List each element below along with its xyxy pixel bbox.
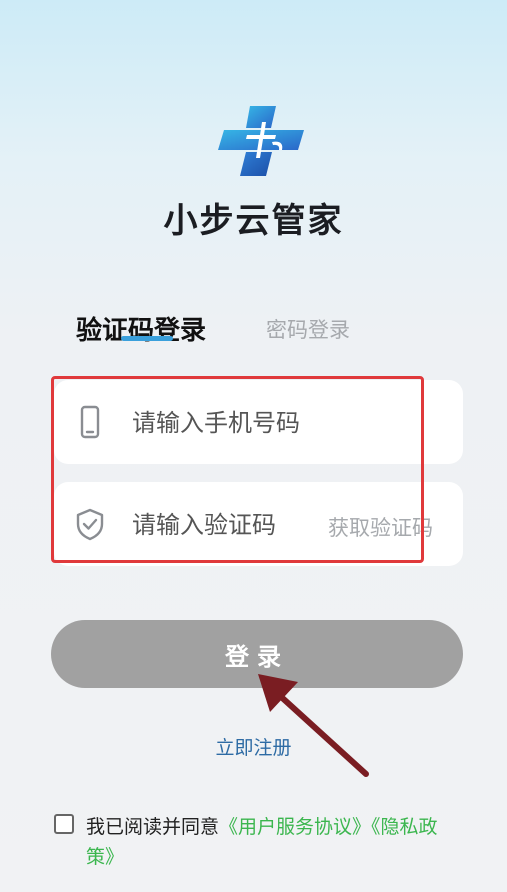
tab-sms-login[interactable]: 验证码登录 [76,310,206,347]
app-name: 小步云管家 [163,201,344,241]
login-button[interactable]: 登录 [51,620,463,688]
app-logo [218,106,304,176]
agreement-prefix: 我已阅读并同意 [86,816,220,838]
shield-check-icon [76,508,104,541]
agreement-checkbox[interactable] [54,814,74,834]
tab-active-indicator [121,336,173,341]
phone-input[interactable] [130,402,394,444]
agreement-text: 我已阅读并同意《用户服务协议》《隐私政策》 [86,812,456,872]
register-link[interactable]: 立即注册 [0,733,507,760]
code-field: 获取验证码 [54,482,463,566]
phone-icon [80,405,100,439]
get-code-button[interactable]: 获取验证码 [328,512,433,542]
user-agreement-link[interactable]: 《用户服务协议》 [219,816,371,838]
code-input[interactable] [130,504,324,546]
tab-password-login[interactable]: 密码登录 [266,314,350,344]
phone-field [54,380,463,464]
